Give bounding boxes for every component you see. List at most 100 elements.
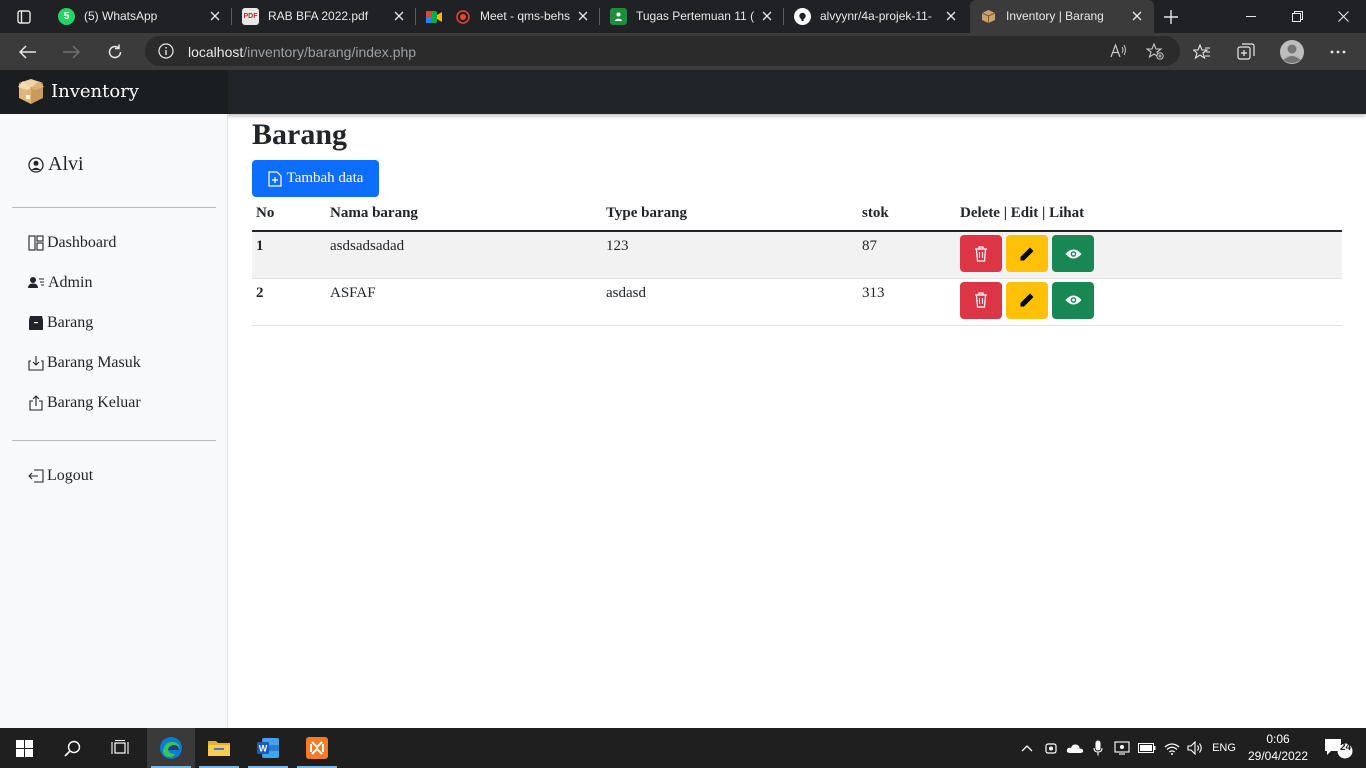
edit-button[interactable] [1006,281,1048,319]
cell-actions [956,231,1342,279]
display-icon[interactable] [1111,728,1133,768]
github-icon [794,8,811,25]
close-tab-icon[interactable] [206,7,224,25]
onedrive-icon[interactable] [1063,728,1087,768]
trash-icon [975,292,987,308]
system-clock[interactable]: 0:06 29/04/2022 [1244,731,1312,765]
notification-center-icon[interactable]: 24 [1318,728,1358,768]
clock-date: 29/04/2022 [1247,749,1309,763]
tab-title: alvyynr/4a-projek-11- [820,9,932,23]
meet-tray-icon[interactable] [1040,728,1062,768]
cell-type-barang: 123 [602,231,858,279]
sidebar-item-admin[interactable]: Admin [28,274,92,292]
new-tab-icon[interactable] [1158,5,1184,29]
navbar-brand[interactable]: Inventory [0,70,228,114]
box-icon [29,316,43,330]
settings-more-icon[interactable] [1322,36,1354,68]
brand-name: Inventory [51,81,139,102]
close-tab-icon[interactable] [390,7,408,25]
delete-button[interactable] [960,281,1002,319]
edge-taskbar-icon[interactable] [147,728,195,768]
address-bar[interactable]: localhost/inventory/barang/index.php [145,36,1180,66]
logout-link[interactable]: Logout [28,467,93,485]
eye-icon [1065,295,1081,305]
collections-icon[interactable] [1230,36,1262,68]
close-tab-icon[interactable] [942,7,960,25]
file-plus-icon [267,170,282,187]
profile-avatar-icon[interactable] [1276,36,1308,68]
word-icon[interactable]: W [244,728,292,768]
tab-actions-icon[interactable] [0,0,48,33]
view-button[interactable] [1052,235,1094,272]
sidebar-item-label: Barang Masuk [47,354,141,371]
volume-icon[interactable] [1184,728,1208,768]
tab-github[interactable]: alvyynr/4a-projek-11- [784,0,968,33]
page-title: Barang [252,118,348,151]
add-favorite-icon[interactable] [1146,43,1164,60]
pencil-icon [1020,247,1034,260]
view-button[interactable] [1052,281,1094,319]
dashboard-icon [28,235,44,251]
cell-actions [956,278,1342,326]
tab-whatsapp[interactable]: 5 (5) WhatsApp [48,0,232,33]
close-window-icon[interactable] [1320,0,1366,33]
cell-stok: 87 [858,231,956,279]
meet-icon [426,8,443,25]
add-data-label: Tambah data [286,170,364,186]
battery-icon[interactable] [1135,728,1159,768]
tab-meet[interactable]: Meet - qms-behs [416,0,600,33]
cell-no: 1 [252,231,326,279]
cell-nama-barang: asdsadsadad [326,231,602,279]
search-icon[interactable] [48,728,96,768]
tab-title: Tugas Pertemuan 11 ( [636,9,755,23]
box-arrow-in-icon [28,356,44,371]
table-header-row: No Nama barang Type barang stok Delete |… [252,203,1342,232]
top-navbar: Inventory [0,70,1366,114]
svg-text:W: W [259,744,268,754]
column-header-type-barang: Type barang [602,203,858,232]
site-info-icon[interactable] [158,43,174,59]
tab-pdf[interactable]: PDF RAB BFA 2022.pdf [232,0,416,33]
close-tab-icon[interactable] [758,7,776,25]
cell-stok: 313 [858,278,956,326]
refresh-icon[interactable] [99,36,131,68]
sidebar-item-barang[interactable]: Barang [28,314,93,332]
add-data-button[interactable]: Tambah data [252,160,379,197]
column-header-stok: stok [858,203,956,232]
file-explorer-icon[interactable] [195,728,243,768]
minimize-icon[interactable] [1228,0,1274,33]
close-tab-icon[interactable] [574,7,592,25]
wifi-icon[interactable] [1160,728,1184,768]
user-profile: Alvi [28,153,84,176]
sidebar-item-label: Barang [47,314,94,331]
tab-inventory[interactable]: Inventory | Barang [970,0,1154,33]
browser-tab-strip: 5 (5) WhatsApp PDF RAB BFA 2022.pdf Meet… [0,0,1366,33]
microphone-icon[interactable] [1088,728,1108,768]
delete-button[interactable] [960,235,1002,272]
favorites-icon[interactable] [1186,36,1218,68]
windows-start-icon[interactable] [0,728,48,768]
read-aloud-icon[interactable] [1110,43,1127,59]
sidebar-item-barang-keluar[interactable]: Barang Keluar [28,394,141,412]
eye-icon [1065,249,1081,258]
column-header-actions: Delete | Edit | Lihat [956,203,1342,232]
tab-title: (5) WhatsApp [84,9,158,23]
sidebar-item-label: Dashboard [47,234,117,251]
admin-icon [28,277,44,288]
language-indicator[interactable]: ENG [1208,728,1240,768]
show-hidden-icons-chevron-icon[interactable] [1016,728,1038,768]
sidebar-item-label: Barang Keluar [47,394,141,411]
xampp-icon[interactable] [293,728,341,768]
forward-icon[interactable] [55,36,87,68]
close-tab-icon[interactable] [1128,7,1146,25]
task-view-icon[interactable] [96,728,144,768]
tab-classroom[interactable]: Tugas Pertemuan 11 ( [600,0,784,33]
edit-button[interactable] [1006,235,1048,272]
sidebar-item-dashboard[interactable]: Dashboard [28,234,116,252]
windows-taskbar: W ENG 0:06 29/04/2022 24 [0,728,1366,768]
page-viewport: Inventory Alvi Dashboard Admin Barang Ba… [0,70,1366,728]
sidebar-item-barang-masuk[interactable]: Barang Masuk [28,354,141,372]
back-icon[interactable] [12,36,44,68]
restore-icon[interactable] [1274,0,1320,33]
box-arrow-out-icon [29,395,43,411]
